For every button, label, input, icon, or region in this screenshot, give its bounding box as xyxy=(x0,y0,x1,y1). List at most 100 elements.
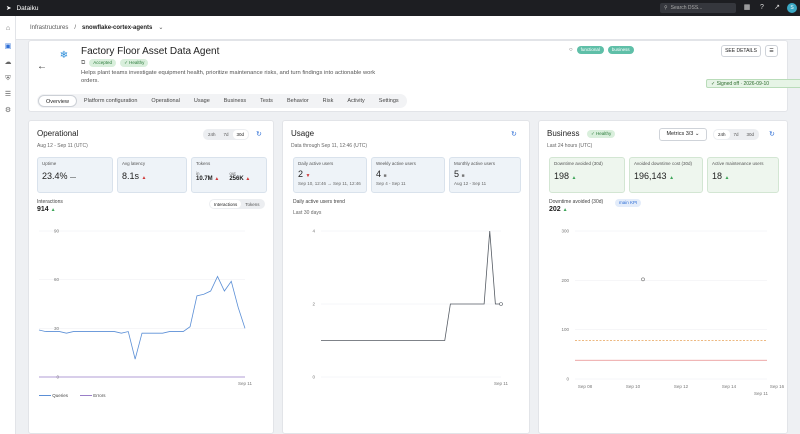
business-chart-label: Downtime avoided (30d) xyxy=(549,199,604,205)
tab-platform-configuration[interactable]: Platform configuration xyxy=(77,95,145,107)
apps-grid-icon[interactable]: ▦ xyxy=(742,3,752,13)
tag-business[interactable]: business xyxy=(607,46,634,54)
trend-down-icon: ▲ xyxy=(141,175,147,181)
business-chart-value: 202 ▲ xyxy=(549,206,568,213)
metrics-dropdown-label: Metrics 3/3 xyxy=(666,131,694,137)
left-rail: ⌂ ▣ ☁ ⛨ ☰ ⚙ xyxy=(0,16,16,434)
refresh-icon[interactable]: ↻ xyxy=(511,130,517,138)
wau-value: 4 xyxy=(376,169,382,179)
business-card: Business ✓ Healthy Metrics 3/3 ⌄ 24h 7d … xyxy=(538,120,788,434)
business-health-badge: ✓ Healthy xyxy=(587,130,616,138)
tab-business[interactable]: Business xyxy=(217,95,253,107)
dau-sub: Sep 10, 12:46 → Sep 11, 12:46 xyxy=(298,181,361,186)
x-tick-label: Sep 12 xyxy=(674,384,689,389)
mau-label: Monthly active users xyxy=(454,161,496,166)
settings-icon[interactable]: ⚙ xyxy=(3,106,13,116)
x-tick-label: Sep 11 xyxy=(494,381,508,386)
metric-maintenance: Active maintenance users 18 ▲ xyxy=(707,157,779,193)
metrics-dropdown[interactable]: Metrics 3/3 ⌄ xyxy=(659,128,707,141)
x-tick-label: Sep 14 xyxy=(722,384,737,389)
uptime-extra: — xyxy=(70,175,77,181)
y-tick-label: 60 xyxy=(54,277,60,282)
operational-card: Operational Aug 12 - Sep 11 (UTC) 24h 7d… xyxy=(28,120,274,434)
main-kpi-badge: main KPI xyxy=(615,199,642,207)
tab-behavior[interactable]: Behavior xyxy=(280,95,316,107)
uptime-value: 23.4% xyxy=(42,171,68,181)
signed-off-badge: ✓ Signed off · 2026-09-10 xyxy=(706,79,800,88)
range-7d[interactable]: 7d xyxy=(220,130,233,139)
range-30d[interactable]: 30d xyxy=(232,130,249,139)
legend-errors-label: Errors xyxy=(93,393,106,398)
cloud-icon[interactable]: ☁ xyxy=(3,58,13,68)
legend-errors[interactable]: Errors xyxy=(80,393,106,398)
tag-icon: ○ xyxy=(569,47,573,53)
activity-icon[interactable]: ↗ xyxy=(772,3,782,13)
trend-subtitle: Last 30 days xyxy=(293,210,322,216)
breadcrumb: Infrastructures / snowflake-cortex-agent… xyxy=(16,16,800,40)
tag-functional[interactable]: functional xyxy=(576,46,604,54)
usage-subtitle: Data through Sep 11, 12:46 (UTC) xyxy=(291,143,368,149)
tab-tests[interactable]: Tests xyxy=(253,95,280,107)
brand-name: Dataiku xyxy=(16,4,39,12)
agent-header: ← ❄ Factory Floor Asset Data Agent ⧉ Acc… xyxy=(28,40,800,112)
search-input[interactable]: ⚲ Search DSS... xyxy=(660,3,736,13)
home-icon[interactable]: ⌂ xyxy=(3,24,13,34)
y-tick-label: 2 xyxy=(312,302,315,307)
snowflake-icon: ❄ xyxy=(59,50,69,61)
chart-legend: Queries Errors xyxy=(39,393,106,398)
signed-off-label: Signed off · 2026-09-10 xyxy=(716,81,770,87)
interactions-number: 914 xyxy=(37,206,49,213)
series-line-queries xyxy=(38,275,246,360)
back-arrow-icon[interactable]: ← xyxy=(37,61,47,72)
menu-button[interactable]: ☰ xyxy=(765,45,778,57)
metric-downtime: Downtime avoided (30d) 198 ▲ xyxy=(549,157,625,193)
toggle-interactions[interactable]: Interactions xyxy=(210,200,242,208)
wau-sub: Sep 4 - Sep 11 xyxy=(376,181,406,186)
maintenance-label: Active maintenance users xyxy=(712,161,764,166)
mau-value: 5 xyxy=(454,169,460,179)
tab-activity[interactable]: Activity xyxy=(340,95,371,107)
metric-wau: Weekly active users 4 ■ Sep 4 - Sep 11 xyxy=(371,157,445,193)
range-30d[interactable]: 30d xyxy=(743,130,759,139)
tab-operational[interactable]: Operational xyxy=(144,95,186,107)
status-badge-healthy: ✓ Healthy xyxy=(120,59,149,67)
dau-label: Daily active users xyxy=(298,161,334,166)
help-icon[interactable]: ? xyxy=(757,3,767,13)
refresh-icon[interactable]: ↻ xyxy=(256,130,262,138)
legend-queries[interactable]: Queries xyxy=(39,393,68,398)
tab-settings[interactable]: Settings xyxy=(372,95,406,107)
data-point xyxy=(641,277,645,282)
chevron-down-icon[interactable]: ⌄ xyxy=(158,24,163,31)
tab-usage[interactable]: Usage xyxy=(187,95,217,107)
tab-overview[interactable]: Overview xyxy=(38,95,77,107)
legend-queries-label: Queries xyxy=(52,393,69,398)
avatar[interactable]: S xyxy=(787,3,797,13)
toggle-tokens[interactable]: Tokens xyxy=(241,200,263,208)
see-details-button[interactable]: SEE DETAILS xyxy=(721,45,761,57)
metric-uptime: Uptime 23.4% — xyxy=(37,157,113,193)
operational-title: Operational xyxy=(37,129,79,138)
brand[interactable]: ➤ Dataiku xyxy=(0,4,39,13)
shield-icon[interactable]: ⛨ xyxy=(3,74,13,84)
tab-risk[interactable]: Risk xyxy=(316,95,341,107)
refresh-icon[interactable]: ↻ xyxy=(769,130,775,138)
top-bar: ➤ Dataiku ⚲ Search DSS... ▦ ? ↗ S xyxy=(0,0,800,16)
downtime-label: Downtime avoided (30d) xyxy=(554,161,603,166)
interactions-label: Interactions xyxy=(37,199,63,205)
cost-value: 196,143 xyxy=(634,171,667,181)
breadcrumb-root[interactable]: Infrastructures xyxy=(30,25,68,31)
dau-trend-chart: 4 2 0 Sep 11 xyxy=(312,229,508,387)
agents-icon[interactable]: ▣ xyxy=(3,42,13,52)
list-icon[interactable]: ☰ xyxy=(3,90,13,100)
range-24h[interactable]: 24h xyxy=(714,130,730,139)
range-7d[interactable]: 7d xyxy=(730,130,743,139)
breadcrumb-current[interactable]: snowflake-cortex-agents xyxy=(82,25,152,31)
business-chart-number: 202 xyxy=(549,206,561,213)
copy-icon[interactable]: ⧉ xyxy=(81,60,85,67)
range-24h[interactable]: 24h xyxy=(204,130,220,139)
end-point xyxy=(499,302,503,306)
tokens-label: Tokens xyxy=(196,161,211,166)
metric-cost: Avoided downtime cost (30d) 196,143 ▲ xyxy=(629,157,703,193)
x-tick-label: Sep 11 xyxy=(754,391,768,396)
uptime-label: Uptime xyxy=(42,161,57,166)
